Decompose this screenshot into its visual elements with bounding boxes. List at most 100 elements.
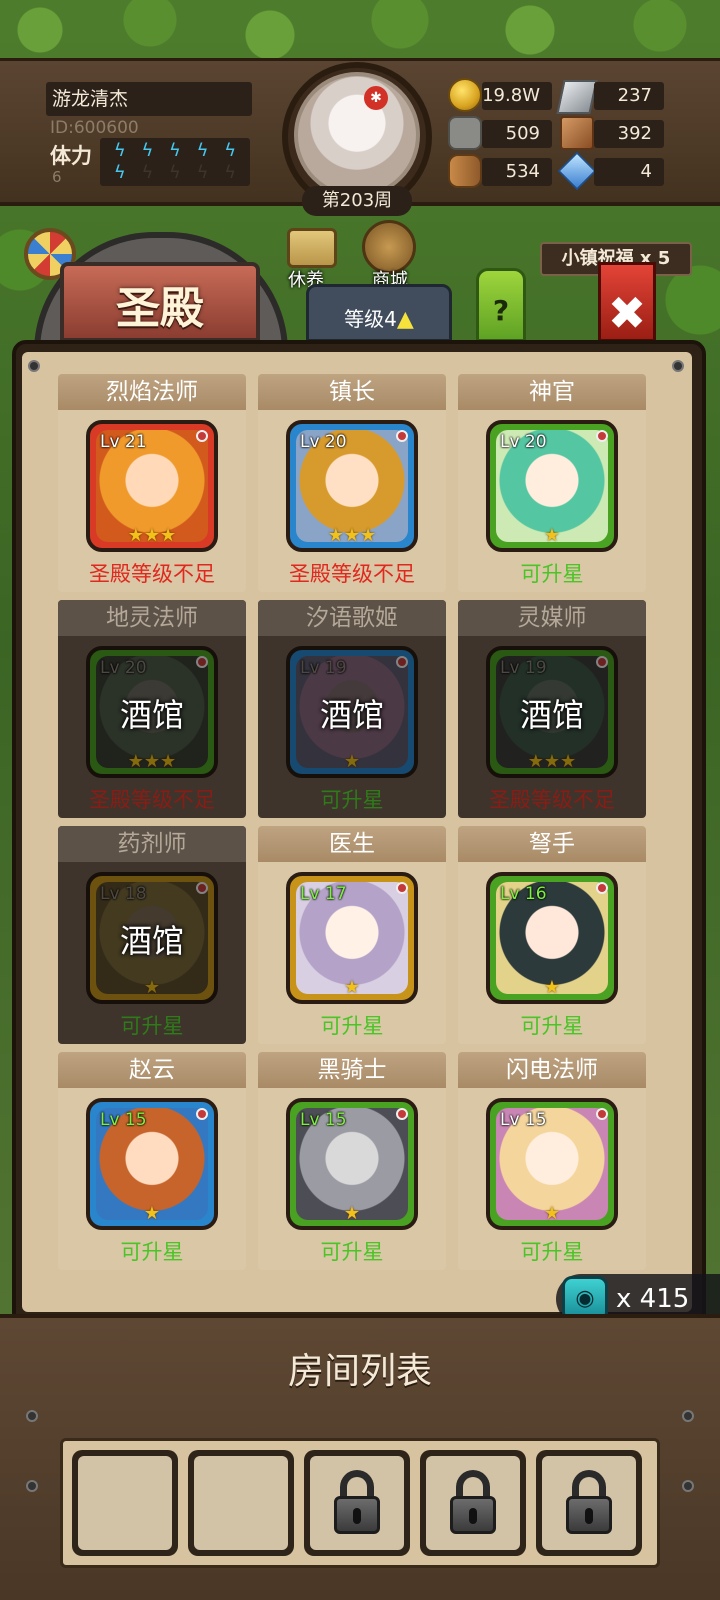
hero-portrait[interactable]: Lv 16 ★ bbox=[486, 872, 618, 1004]
stamina-value: 6 bbox=[52, 168, 62, 186]
temple-level-label: 等级4 bbox=[344, 307, 397, 331]
hero-card[interactable]: 药剂师 Lv 18 ★ 酒馆 可升星 bbox=[58, 826, 246, 1044]
star-rating: ★ bbox=[543, 525, 561, 546]
hero-level: Lv 15 bbox=[500, 1110, 547, 1130]
hero-level: Lv 17 bbox=[300, 884, 347, 904]
room-slot-face bbox=[542, 1456, 636, 1550]
avatar[interactable] bbox=[294, 72, 420, 198]
room-slot-locked[interactable] bbox=[420, 1450, 526, 1556]
hero-status: 可升星 bbox=[320, 1240, 384, 1264]
hero-portrait[interactable]: Lv 15 ★ bbox=[286, 1098, 418, 1230]
hero-card[interactable]: 黑骑士 Lv 15 ★ 可升星 bbox=[258, 1052, 446, 1270]
player-id: ID:600600 bbox=[50, 118, 139, 138]
hero-level: Lv 20 bbox=[100, 658, 147, 678]
stamina-bar[interactable]: ϟϟϟϟϟϟϟϟϟϟ bbox=[100, 138, 250, 186]
room-slot-face bbox=[78, 1456, 172, 1550]
hero-portrait[interactable]: Lv 21 ★★★ bbox=[86, 420, 218, 552]
stone-icon bbox=[448, 116, 482, 150]
close-button[interactable]: ✖ bbox=[598, 262, 656, 342]
hero-level: Lv 18 bbox=[100, 884, 147, 904]
star-rating: ★ bbox=[343, 1203, 361, 1224]
room-list-title: 房间列表 bbox=[287, 1351, 432, 1392]
star-rating: ★ bbox=[143, 1203, 161, 1224]
star-rating: ★★★ bbox=[127, 525, 177, 546]
wood-log-icon bbox=[448, 154, 482, 188]
hero-name: 药剂师 bbox=[58, 826, 246, 862]
stamina-bolt-icon: ϟ bbox=[224, 140, 237, 161]
rest-scroll-icon[interactable] bbox=[287, 228, 337, 268]
player-name[interactable]: 游龙清杰 bbox=[46, 82, 252, 116]
hero-card[interactable]: 赵云 Lv 15 ★ 可升星 bbox=[58, 1052, 246, 1270]
hero-card[interactable]: 烈焰法师 Lv 21 ★★★ 圣殿等级不足 bbox=[58, 374, 246, 592]
stamina-label: 体力 bbox=[50, 144, 92, 168]
crystal-amount: 4 bbox=[594, 158, 664, 186]
hero-portrait[interactable]: Lv 20 ★★★ bbox=[286, 420, 418, 552]
hero-portrait[interactable]: Lv 15 ★ bbox=[486, 1098, 618, 1230]
star-rating: ★ bbox=[543, 1203, 561, 1224]
room-slot-locked[interactable] bbox=[536, 1450, 642, 1556]
hero-name: 闪电法师 bbox=[458, 1052, 646, 1088]
hero-name: 地灵法师 bbox=[58, 600, 246, 636]
star-rating: ★★★ bbox=[127, 751, 177, 772]
hero-level: Lv 19 bbox=[500, 658, 547, 678]
room-slot-locked[interactable] bbox=[304, 1450, 410, 1556]
stamina-bolt-icon: ϟ bbox=[113, 140, 126, 161]
tavern-label: 酒馆 bbox=[119, 922, 184, 960]
hero-portrait[interactable]: Lv 17 ★ bbox=[286, 872, 418, 1004]
hero-name: 弩手 bbox=[458, 826, 646, 862]
hero-card[interactable]: 镇长 Lv 20 ★★★ 圣殿等级不足 bbox=[258, 374, 446, 592]
gem-dot-icon bbox=[396, 656, 408, 668]
hero-name: 医生 bbox=[258, 826, 446, 862]
hero-level: Lv 20 bbox=[300, 432, 347, 452]
hero-card[interactable]: 弩手 Lv 16 ★ 可升星 bbox=[458, 826, 646, 1044]
hero-card[interactable]: 灵媒师 Lv 19 ★★★ 酒馆 圣殿等级不足 bbox=[458, 600, 646, 818]
hero-portrait[interactable]: Lv 20 ★ bbox=[486, 420, 618, 552]
stamina-bolt-icon: ϟ bbox=[169, 162, 181, 183]
hero-card[interactable]: 地灵法师 Lv 20 ★★★ 酒馆 圣殿等级不足 bbox=[58, 600, 246, 818]
tavern-label: 酒馆 bbox=[119, 696, 184, 734]
nail-decoration bbox=[682, 1410, 694, 1422]
hero-name: 神官 bbox=[458, 374, 646, 410]
nail-decoration bbox=[26, 1410, 38, 1422]
hero-grid: 烈焰法师 Lv 21 ★★★ 圣殿等级不足 镇长 Lv 20 ★★★ 圣殿等级不足 神官 Lv 2… bbox=[58, 374, 658, 1270]
iron-ingot-icon bbox=[556, 80, 598, 114]
angry-emote-icon: ✱ bbox=[364, 86, 388, 110]
hero-status: 可升星 bbox=[320, 1014, 384, 1038]
stamina-bolt-icon: ϟ bbox=[169, 140, 181, 161]
star-rating: ★ bbox=[143, 977, 161, 998]
hero-name: 灵媒师 bbox=[458, 600, 646, 636]
hero-card[interactable]: 汐语歌姬 Lv 19 ★ 酒馆 可升星 bbox=[258, 600, 446, 818]
hero-name: 烈焰法师 bbox=[58, 374, 246, 410]
hero-level: Lv 16 bbox=[500, 884, 547, 904]
room-slot-empty[interactable] bbox=[188, 1450, 294, 1556]
gem-dot-icon bbox=[196, 1108, 208, 1120]
star-rating: ★ bbox=[343, 977, 361, 998]
hero-card[interactable]: 医生 Lv 17 ★ 可升星 bbox=[258, 826, 446, 1044]
tavern-label: 酒馆 bbox=[319, 696, 384, 734]
hero-status: 可升星 bbox=[320, 788, 384, 812]
gold-coin-icon bbox=[448, 78, 482, 112]
hero-status: 圣殿等级不足 bbox=[289, 562, 415, 586]
leather-hide-icon bbox=[560, 116, 594, 150]
hero-card[interactable]: 闪电法师 Lv 15 ★ 可升星 bbox=[458, 1052, 646, 1270]
gem-dot-icon bbox=[396, 430, 408, 442]
hero-status: 可升星 bbox=[520, 1014, 584, 1038]
hero-list-area[interactable]: 烈焰法师 Lv 21 ★★★ 圣殿等级不足 镇长 Lv 20 ★★★ 圣殿等级不足 神官 Lv 2… bbox=[22, 352, 692, 1312]
hero-level: Lv 21 bbox=[100, 432, 147, 452]
temple-title: 圣殿 bbox=[116, 283, 204, 334]
hero-card[interactable]: 神官 Lv 20 ★ 可升星 bbox=[458, 374, 646, 592]
star-rating: ★ bbox=[343, 751, 361, 772]
nail-decoration bbox=[672, 360, 684, 372]
week-label: 第203周 bbox=[302, 186, 412, 216]
room-slot-empty[interactable] bbox=[72, 1450, 178, 1556]
hero-name: 赵云 bbox=[58, 1052, 246, 1088]
gem-dot-icon bbox=[596, 430, 608, 442]
star-rating: ★★★ bbox=[527, 751, 577, 772]
help-button[interactable]: ? bbox=[476, 268, 526, 342]
hero-status: 可升星 bbox=[520, 1240, 584, 1264]
hero-portrait[interactable]: Lv 15 ★ bbox=[86, 1098, 218, 1230]
upgrade-arrow-icon: ▲ bbox=[396, 307, 414, 332]
hero-name: 汐语歌姬 bbox=[258, 600, 446, 636]
temple-level-tab[interactable]: 等级4▲ bbox=[306, 284, 452, 342]
gem-dot-icon bbox=[596, 1108, 608, 1120]
